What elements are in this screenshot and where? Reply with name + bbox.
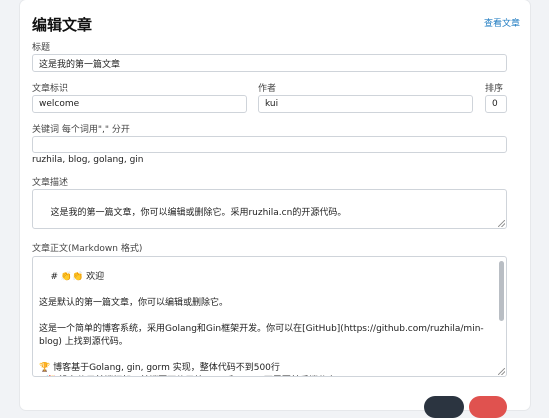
keywords-preview: ruzhila, blog, golang, gin — [32, 155, 144, 165]
keywords-label: 关键词 每个词用"," 分开 — [32, 125, 130, 135]
order-label: 排序 — [485, 84, 504, 94]
identifier-input[interactable]: welcome — [32, 95, 247, 113]
description-textarea[interactable]: 这是我的第一篇文章，你可以编辑或删除它。采用ruzhila.cn的开源代码。 — [32, 189, 507, 229]
content-label: 文章正文(Markdown 格式) — [32, 244, 143, 254]
content-textarea[interactable]: # 👏👏 欢迎 这是默认的第一篇文章，你可以编辑或删除它。 这是一个简单的博客系… — [32, 256, 507, 377]
description-text: 这是我的第一篇文章，你可以编辑或删除它。采用ruzhila.cn的开源代码。 — [50, 208, 347, 218]
page-title: 编辑文章 — [32, 16, 93, 34]
author-input[interactable]: kui — [258, 95, 473, 113]
content-text: # 👏👏 欢迎 这是默认的第一篇文章，你可以编辑或删除它。 这是一个简单的博客系… — [39, 272, 484, 373]
description-label: 文章描述 — [32, 178, 69, 188]
save-button[interactable] — [424, 396, 464, 418]
resize-handle[interactable] — [498, 220, 505, 227]
author-label: 作者 — [258, 84, 277, 94]
title-input[interactable]: 这是我的第一篇文章 — [32, 54, 507, 72]
view-article-link[interactable]: 查看文章 — [484, 16, 520, 29]
content-scrollbar[interactable] — [499, 261, 504, 321]
delete-button[interactable] — [469, 396, 507, 418]
identifier-label: 文章标识 — [32, 84, 69, 94]
edit-article-card: 编辑文章 查看文章 标题 这是我的第一篇文章 文章标识 welcome 作者 k… — [20, 0, 530, 418]
order-input[interactable]: 0 — [485, 95, 507, 113]
title-label: 标题 — [32, 43, 51, 53]
resize-handle[interactable] — [498, 368, 505, 375]
keywords-input[interactable] — [32, 136, 507, 153]
